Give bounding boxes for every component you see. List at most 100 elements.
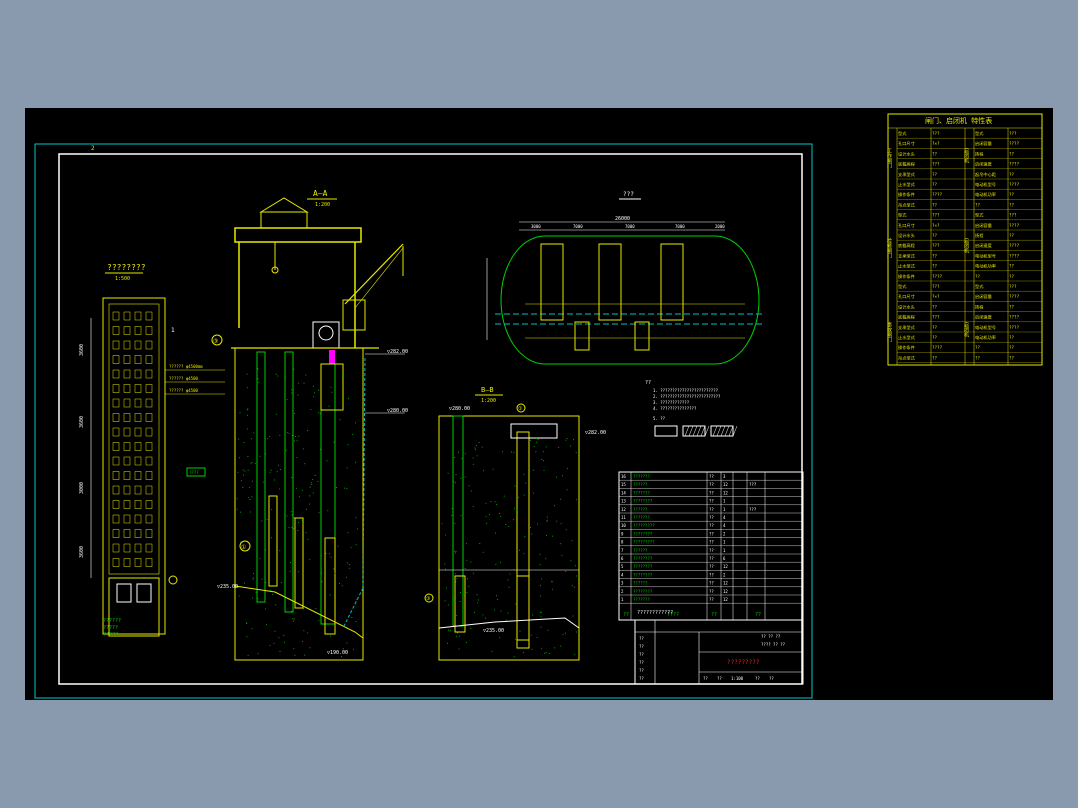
stipple-dot [290,562,292,563]
cad-drawing-canvas[interactable]: 2 ???????? 1:500 ?????? ????? ????? 3600… [25,108,1053,700]
spec-table-cell: 止水型式 [898,334,916,340]
left-grid-opening [112,442,120,451]
stipple-dot [447,472,449,474]
stipple-dot [298,496,300,498]
stipple-dot [326,460,328,462]
stipple-dot [562,634,564,636]
stipple-dot [482,551,484,553]
stipple-dot [279,550,281,552]
stipple-dot [478,442,480,443]
stipple-dot [263,481,265,483]
stipple-dot [346,467,348,469]
stipple-dot [312,385,314,387]
stipple-dot [545,652,547,654]
stipple-dot [283,641,285,643]
left-grid-opening [112,311,120,321]
stipple-dot [298,521,300,523]
stipple-dot [334,632,336,634]
hatch-line [712,425,718,437]
stipple-dot [337,545,339,547]
spec-table-cell: 支承型式 [898,324,916,331]
stipple-dot [291,514,293,516]
shaft-1 [256,351,266,603]
hatch-line [732,425,738,437]
spec-table-cell: ???? [1009,294,1020,299]
stipple-dot [250,438,252,440]
stipple-dot [310,482,312,484]
stipple-dot [257,653,259,655]
left-label-right-2: ?????? φ4500 [169,376,198,381]
left-grid-opening [134,471,142,480]
stipple-dot [574,654,576,656]
title-block-left-4: ?? [639,660,644,665]
stipple-dot [508,525,510,527]
stipple-dot [539,564,541,566]
tower-body-a [234,347,364,661]
stipple-dot [330,556,332,558]
left-grid-opening [145,384,153,393]
plan-dim-4: 7000 [675,224,685,229]
parts-table-cell: ?? [709,581,714,586]
spec-table-cell: 孔口尺寸 [898,140,915,147]
stipple-dot [236,498,238,500]
stipple-dot [561,555,563,556]
stipple-dot [541,578,543,580]
spec-table-cell: 操作条件 [898,344,915,351]
stipple-dot [251,480,253,482]
stipple-dot [530,526,531,528]
stipple-dot [540,647,542,649]
spec-table-cell: ???? [1009,253,1020,258]
left-grid-opening [134,398,142,408]
stipple-dot [270,537,272,539]
stipple-dot [355,621,357,622]
stipple-dot [312,492,314,494]
shaft-3 [320,363,336,625]
spec-table-cell: 底槛高程 [898,242,916,249]
left-grid-opening [145,355,153,364]
stipple-dot [246,409,248,411]
spec-table-cell: 支承型式 [898,252,916,259]
stipple-dot [532,614,534,616]
stipple-dot [571,585,573,587]
plan-dim-3: 7000 [625,224,635,229]
stipple-dot [294,654,296,656]
stipple-dot [293,528,295,529]
stipple-dot [313,392,315,394]
stipple-dot [452,469,454,471]
stipple-dot [545,535,547,536]
stipple-dot [455,551,457,552]
spec-table-cell: ?? [975,355,981,360]
parts-table-cell: 9 [621,531,624,536]
parts-table-cell: 13 [621,499,626,504]
spec-table-cell: ?? [932,304,938,309]
spec-table-cell: 型式 [898,130,907,136]
stipple-dot [330,386,332,388]
spec-table-cell: ???? [1009,243,1020,248]
plan-dim-5: 2000 [715,224,725,229]
parts-table-cell: 6 [723,556,726,561]
spec-table-cell: 吊点型式 [898,201,916,208]
spec-table-cell: ?? [975,274,981,279]
spec-table-cell: ?? [932,233,938,238]
stipple-dot [341,585,343,587]
section-b-gate-2 [516,575,530,641]
section-b-elev-1: ▽280.00 [449,406,470,412]
stipple-dot [293,620,295,622]
stipple-dot [460,515,462,517]
stipple-dot [466,559,468,561]
spec-table-cell: 型式 [975,283,984,289]
parts-table-cell: ???????? [633,564,653,569]
stipple-dot [244,470,246,472]
spec-table-group-label: 工作闸门 [886,148,892,169]
stipple-dot [291,392,293,394]
spec-table-cell: 电动机型号 [975,181,996,188]
stipple-dot [309,495,311,497]
spec-table-cell: 支承型式 [898,171,916,178]
stipple-dot [495,563,497,565]
stipple-dot [292,494,294,496]
stipple-dot [298,571,300,573]
stipple-dot [288,527,290,529]
parts-table-cell: ??????? [633,490,650,495]
parts-table-cell: ??? [749,482,757,487]
stipple-dot [290,610,292,612]
